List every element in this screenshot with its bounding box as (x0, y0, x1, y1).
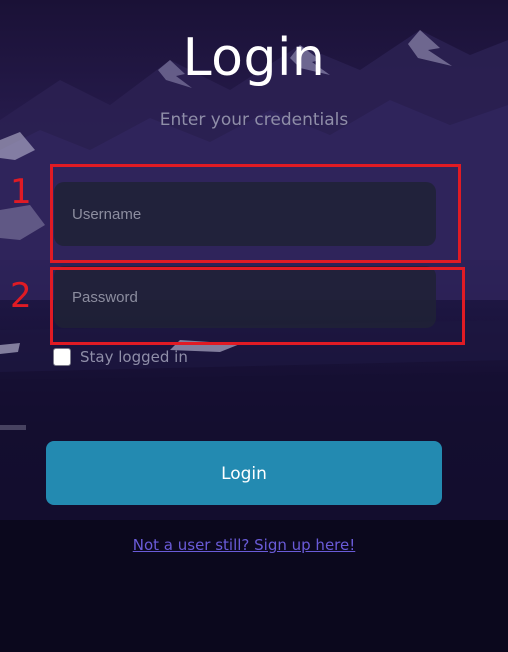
annotation-label-1: 1 (10, 172, 32, 212)
login-button[interactable]: Login (46, 441, 442, 505)
page-subtitle: Enter your credentials (159, 110, 349, 130)
password-input[interactable] (54, 266, 436, 328)
page-title: Login (182, 28, 326, 88)
signup-link[interactable]: Not a user still? Sign up here! (0, 536, 488, 554)
annotation-label-2: 2 (10, 276, 32, 316)
stay-logged-in-checkbox[interactable] (53, 348, 71, 366)
username-input[interactable] (54, 182, 436, 246)
stay-logged-in-label: Stay logged in (80, 348, 188, 366)
stay-logged-in-row[interactable]: Stay logged in (53, 348, 188, 366)
